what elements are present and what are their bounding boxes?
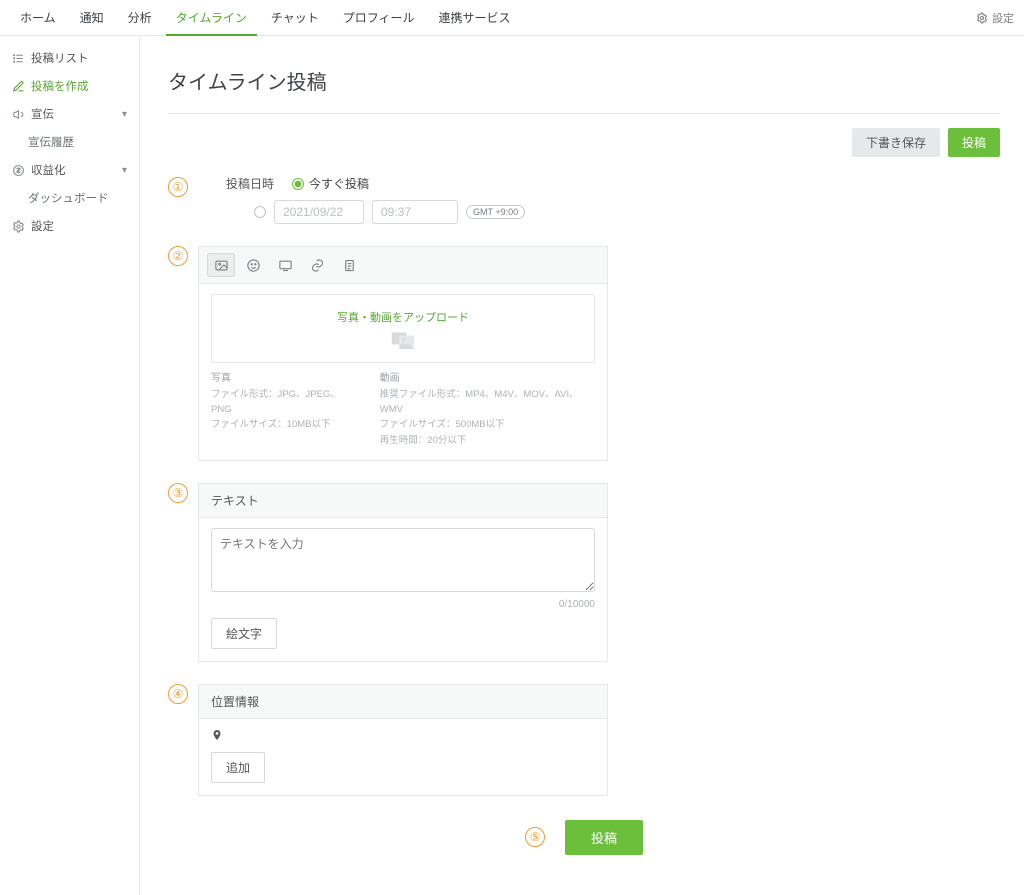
add-location-button[interactable]: 追加 xyxy=(211,752,265,783)
step-number-2: ② xyxy=(168,246,188,266)
tab-linked[interactable]: 連携サービス xyxy=(429,0,521,36)
post-button-top[interactable]: 投稿 xyxy=(948,128,1000,157)
emoji-button[interactable]: 絵文字 xyxy=(211,618,277,649)
location-pin-icon xyxy=(211,729,223,744)
tab-home[interactable]: ホーム xyxy=(10,0,66,36)
radio-label: 今すぐ投稿 xyxy=(309,175,369,192)
step-number-1: ① xyxy=(168,177,188,197)
sidebar: 投稿リスト 投稿を作成 宣伝 ▾ 宣伝履歴 収益化 ▾ ダッシュボード xyxy=(0,36,140,895)
tab-profile[interactable]: プロフィール xyxy=(333,0,425,36)
sidebar-item-label: 設定 xyxy=(31,218,54,234)
media-tab-link[interactable] xyxy=(303,253,331,277)
list-icon xyxy=(12,52,25,65)
sidebar-item-label: 投稿を作成 xyxy=(31,78,89,94)
image-icon xyxy=(214,258,229,273)
photo-meta-size: ファイルサイズ：10MB以下 xyxy=(211,417,356,432)
schedule-date-input[interactable] xyxy=(274,200,364,224)
upload-title: 写真・動画をアップロード xyxy=(212,309,594,325)
step-number-5: ⑤ xyxy=(525,827,545,847)
section-schedule: ① 投稿日時 今すぐ投稿 GMT +9:00 xyxy=(168,175,1000,224)
monitor-icon xyxy=(278,258,293,273)
top-tabs: ホーム 通知 分析 タイムライン チャット プロフィール 連携サービス xyxy=(10,0,521,36)
section-media: ② xyxy=(168,246,1000,461)
schedule-time-input[interactable] xyxy=(372,200,458,224)
media-tab-video[interactable] xyxy=(271,253,299,277)
tab-analysis[interactable]: 分析 xyxy=(118,0,162,36)
media-meta: 写真 ファイル形式：JPG、JPEG、PNG ファイルサイズ：10MB以下 動画… xyxy=(211,371,595,448)
clipboard-icon xyxy=(342,258,357,273)
post-text-input[interactable] xyxy=(211,528,595,592)
sidebar-item-label: 宣伝履歴 xyxy=(28,134,74,150)
section-location: ④ 位置情報 追加 xyxy=(168,684,1000,796)
sidebar-item-settings[interactable]: 設定 xyxy=(0,212,139,240)
page-title: タイムライン投稿 xyxy=(168,66,1000,95)
media-type-tabs xyxy=(199,247,607,284)
schedule-label: 投稿日時 xyxy=(226,175,274,192)
gmt-badge: GMT +9:00 xyxy=(466,205,525,219)
radio-post-now[interactable]: 今すぐ投稿 xyxy=(292,175,369,192)
top-settings-label: 設定 xyxy=(992,10,1014,26)
link-icon xyxy=(310,258,325,273)
text-section-title: テキスト xyxy=(199,484,607,518)
megaphone-icon xyxy=(12,108,25,121)
media-tab-face[interactable] xyxy=(239,253,267,277)
media-tab-image[interactable] xyxy=(207,253,235,277)
text-card: テキスト 0/10000 絵文字 xyxy=(198,483,608,662)
video-meta-duration: 再生時間：20分以下 xyxy=(380,433,595,448)
section-text: ③ テキスト 0/10000 絵文字 xyxy=(168,483,1000,662)
media-tab-survey[interactable] xyxy=(335,253,363,277)
char-counter: 0/10000 xyxy=(211,599,595,610)
sidebar-item-label: 投稿リスト xyxy=(31,50,89,66)
sidebar-group-promo[interactable]: 宣伝 ▾ xyxy=(0,100,139,128)
chevron-down-icon: ▾ xyxy=(122,165,127,176)
video-meta-size: ファイルサイズ：500MB以下 xyxy=(380,417,595,432)
tab-chat[interactable]: チャット xyxy=(261,0,329,36)
sidebar-item-promo-history[interactable]: 宣伝履歴 xyxy=(0,128,139,156)
tab-notify[interactable]: 通知 xyxy=(70,0,114,36)
location-section-title: 位置情報 xyxy=(199,685,607,719)
step-number-3: ③ xyxy=(168,483,188,503)
submit-row: ⑤ 投稿 xyxy=(168,820,1000,855)
face-icon xyxy=(246,258,261,273)
post-button-bottom[interactable]: 投稿 xyxy=(565,820,643,855)
tab-timeline[interactable]: タイムライン xyxy=(166,0,257,36)
step-number-4: ④ xyxy=(168,684,188,704)
video-meta-heading: 動画 xyxy=(380,371,595,387)
sidebar-item-post-list[interactable]: 投稿リスト xyxy=(0,44,139,72)
upload-dropzone[interactable]: 写真・動画をアップロード xyxy=(211,294,595,363)
sidebar-item-dashboard[interactable]: ダッシュボード xyxy=(0,184,139,212)
sidebar-group-monetize[interactable]: 収益化 ▾ xyxy=(0,156,139,184)
upload-placeholder-icon xyxy=(212,329,594,354)
compose-icon xyxy=(12,80,25,93)
radio-dot-icon xyxy=(254,206,266,218)
radio-dot-icon xyxy=(292,178,304,190)
sidebar-item-label: 収益化 xyxy=(31,162,66,178)
gear-icon xyxy=(976,12,988,24)
photo-meta-heading: 写真 xyxy=(211,371,356,387)
top-nav: ホーム 通知 分析 タイムライン チャット プロフィール 連携サービス 設定 xyxy=(0,0,1024,36)
divider xyxy=(168,113,1000,114)
radio-schedule-later[interactable] xyxy=(254,206,266,218)
save-draft-button[interactable]: 下書き保存 xyxy=(852,128,940,157)
media-card: 写真・動画をアップロード 写真 ファイル形式：JPG、JPEG、PNG ファイル… xyxy=(198,246,608,461)
gear-icon xyxy=(12,220,25,233)
sidebar-item-create-post[interactable]: 投稿を作成 xyxy=(0,72,139,100)
action-bar: 下書き保存 投稿 xyxy=(168,128,1000,157)
location-card: 位置情報 追加 xyxy=(198,684,608,796)
coin-icon xyxy=(12,164,25,177)
chevron-down-icon: ▾ xyxy=(122,109,127,120)
photo-meta-format: ファイル形式：JPG、JPEG、PNG xyxy=(211,387,356,417)
video-meta-format: 推奨ファイル形式：MP4、M4V、MOV、AVI、WMV xyxy=(380,387,595,417)
sidebar-item-label: ダッシュボード xyxy=(28,190,109,206)
top-settings[interactable]: 設定 xyxy=(976,10,1014,26)
sidebar-item-label: 宣伝 xyxy=(31,106,54,122)
main-content: タイムライン投稿 下書き保存 投稿 ① 投稿日時 今すぐ投稿 xyxy=(140,36,1024,895)
